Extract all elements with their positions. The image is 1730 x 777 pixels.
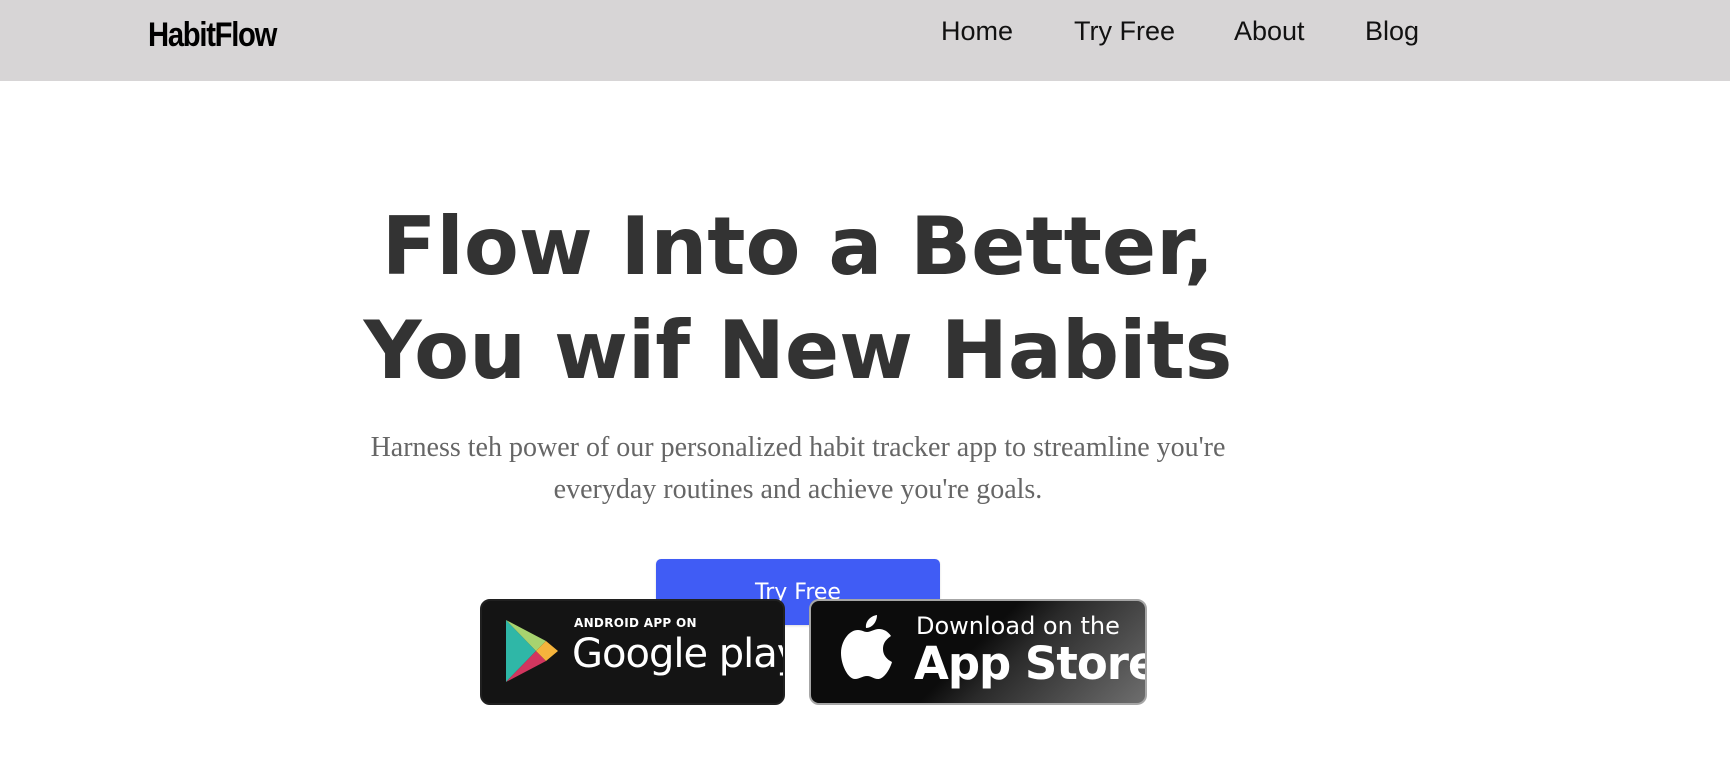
hero-title-line-1: Flow Into a Better, xyxy=(381,200,1215,293)
hero-subtitle-line-2: everyday routines and achieve you're goa… xyxy=(553,474,1043,505)
top-navbar: HabitFlow Home Try Free About Blog xyxy=(0,0,1730,81)
hero-subtitle-line-1: Harness teh power of our personalized ha… xyxy=(370,432,1226,463)
app-store-badge[interactable]: Download on the App Store xyxy=(809,599,1147,705)
google-badge-big-text: Google play xyxy=(572,631,785,677)
nav-link-about[interactable]: About xyxy=(1234,16,1305,47)
hero-title: Flow Into a Better, You wif New Habits xyxy=(298,195,1298,403)
nav-link-home[interactable]: Home xyxy=(941,16,1013,47)
apple-icon xyxy=(841,615,892,679)
apple-badge-small-text: Download on the xyxy=(916,612,1120,640)
google-play-icon xyxy=(506,620,558,682)
nav-link-blog[interactable]: Blog xyxy=(1365,16,1419,47)
apple-badge-big-text: App Store xyxy=(914,637,1147,690)
google-badge-small-text: ANDROID APP ON xyxy=(574,616,697,630)
google-play-badge[interactable]: ANDROID APP ON Google play xyxy=(480,599,785,705)
nav-link-try-free[interactable]: Try Free xyxy=(1074,16,1175,47)
main-nav: Home Try Free About Blog xyxy=(0,16,1730,56)
hero-subtitle: Harness teh power of our personalized ha… xyxy=(298,427,1298,511)
hero-title-line-2: You wif New Habits xyxy=(363,304,1233,397)
